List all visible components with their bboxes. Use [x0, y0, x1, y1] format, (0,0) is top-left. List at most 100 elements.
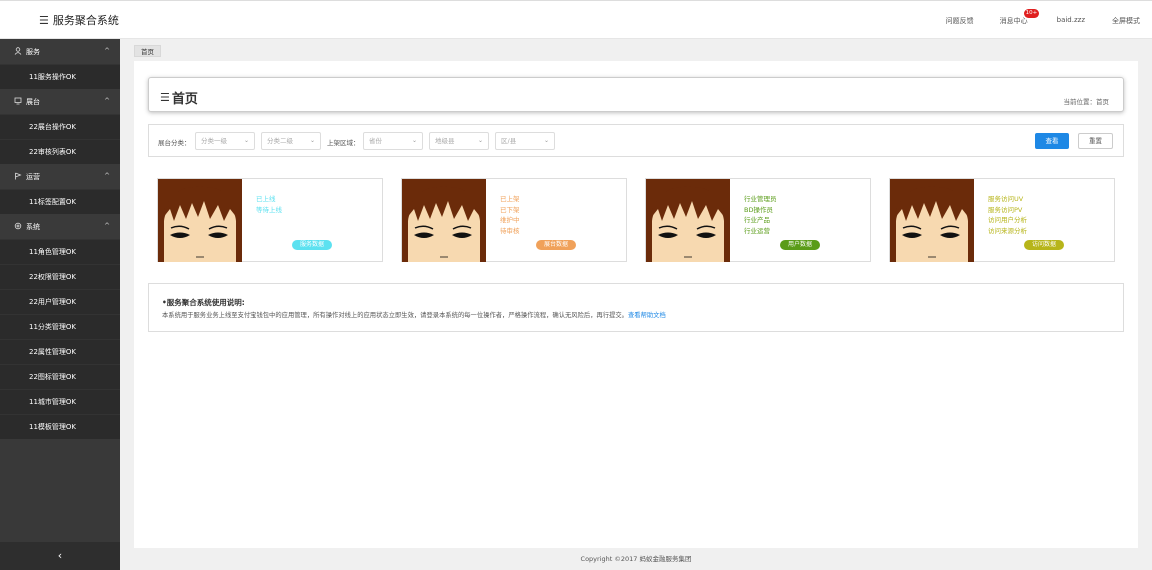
tab-bar: 首页	[134, 45, 161, 57]
card-tag[interactable]: 服务数据	[292, 240, 332, 250]
chevron-down-icon: ⌄	[309, 137, 315, 144]
sidebar-group-label: 系统	[26, 222, 40, 231]
page-title-text: 首页	[171, 92, 198, 107]
avatar	[890, 179, 974, 262]
chevron-down-icon: ⌄	[543, 137, 549, 144]
tab-home[interactable]: 首页	[134, 45, 161, 57]
card-line: 服务访问UV	[988, 195, 1024, 203]
card-tag[interactable]: 用户数据	[780, 240, 820, 250]
list-icon[interactable]: ☰	[39, 14, 49, 27]
category-label: 展台分类：	[158, 139, 191, 147]
stat-card-service[interactable]: 已上线 等待上线 服务数据	[157, 178, 383, 262]
page-title: ☰ 首页	[160, 88, 198, 107]
card-line: 已上架	[500, 195, 520, 203]
chevron-up-icon: ^	[104, 97, 110, 105]
card-tag[interactable]: 展台数据	[536, 240, 576, 250]
region-label: 上架区域：	[327, 139, 360, 147]
sidebar-group-label: 服务	[26, 47, 40, 56]
main-content: ☰ 首页 当前位置：首页 展台分类： 分类一级 ⌄ 分类二级 ⌄ 上架区域： 省…	[134, 61, 1138, 548]
messages-label: 消息中心	[999, 17, 1028, 25]
card-tag[interactable]: 访问数据	[1024, 240, 1064, 250]
sidebar-group-label: 运营	[26, 172, 40, 181]
stat-card-visit[interactable]: 服务访问UV 服务访问PV 访问用户分析 访问来源分析 访问数据	[889, 178, 1115, 262]
user-icon	[14, 46, 24, 57]
sidebar-item[interactable]: 22展台操作OK	[0, 114, 120, 139]
info-text: 本系统用于服务业务上线至支付宝钱包中的应用管理，所有操作对线上的应用状态立即生效…	[162, 310, 666, 319]
chevron-down-icon: ⌄	[477, 137, 483, 144]
feedback-link[interactable]: 问题反馈	[946, 16, 974, 26]
stat-card-user[interactable]: 行业管理员 BD操作员 行业产品 行业运营 用户数据	[645, 178, 871, 262]
sidebar-group-booth[interactable]: 展台 ^	[0, 89, 120, 114]
sidebar-item[interactable]: 22审核列表OK	[0, 139, 120, 164]
chevron-left-icon: ‹	[57, 549, 63, 562]
search-button[interactable]: 查看	[1035, 133, 1069, 149]
category-level2-select[interactable]: 分类二级 ⌄	[261, 132, 321, 150]
gear-icon	[14, 222, 24, 232]
card-lines: 已上线 等待上线	[256, 194, 282, 215]
sidebar-group-system[interactable]: 系统 ^	[0, 214, 120, 239]
province-select[interactable]: 省份 ⌄	[363, 132, 423, 150]
select-value: 地级县	[435, 137, 455, 145]
card-line: 行业管理员	[744, 195, 777, 203]
brand[interactable]: ☰ 服务聚合系统	[39, 12, 119, 28]
district-select[interactable]: 区/县 ⌄	[495, 132, 555, 150]
card-line: 待审核	[500, 226, 520, 235]
card-line: BD操作员	[744, 205, 773, 214]
monitor-icon	[14, 97, 24, 107]
card-line: 访问来源分析	[988, 226, 1027, 235]
sidebar-item[interactable]: 11服务操作OK	[0, 64, 120, 89]
usage-info: •服务聚合系统使用说明: 本系统用于服务业务上线至支付宝钱包中的应用管理，所有操…	[148, 283, 1124, 332]
user-menu[interactable]: baid.zzz	[1057, 16, 1085, 26]
select-value: 区/县	[501, 137, 517, 145]
sidebar-group-operation[interactable]: 运营 ^	[0, 164, 120, 189]
card-line: 服务访问PV	[988, 205, 1023, 214]
chevron-up-icon: ^	[104, 172, 110, 180]
sidebar-item[interactable]: 22用户管理OK	[0, 289, 120, 314]
sidebar-item[interactable]: 11角色管理OK	[0, 239, 120, 264]
sidebar-item[interactable]: 22图标管理OK	[0, 364, 120, 389]
sidebar-group-label: 展台	[26, 97, 40, 106]
sidebar-item[interactable]: 22属性管理OK	[0, 339, 120, 364]
help-doc-link[interactable]: 查看帮助文档	[628, 312, 666, 319]
avatar	[646, 179, 730, 262]
avatar	[158, 179, 242, 262]
sidebar-item[interactable]: 11标签配置OK	[0, 189, 120, 214]
select-value: 省份	[369, 137, 382, 145]
app-title: 服务聚合系统	[52, 14, 119, 27]
card-line: 行业运营	[744, 226, 770, 235]
info-body: 本系统用于服务业务上线至支付宝钱包中的应用管理，所有操作对线上的应用状态立即生效…	[162, 312, 628, 319]
messages-link[interactable]: 消息中心 10+	[999, 9, 1040, 26]
city-select[interactable]: 地级县 ⌄	[429, 132, 489, 150]
footer: Copyright ©2017 蚂蚁金融服务集团	[580, 555, 692, 563]
chevron-up-icon: ^	[104, 47, 110, 55]
page-header: ☰ 首页 当前位置：首页	[148, 77, 1124, 112]
flag-icon	[14, 172, 24, 182]
card-line: 行业产品	[744, 216, 770, 224]
messages-badge: 10+	[1023, 9, 1040, 18]
sidebar-item[interactable]: 11分类管理OK	[0, 314, 120, 339]
info-title: •服务聚合系统使用说明:	[162, 298, 245, 307]
sidebar-collapse-button[interactable]: ‹	[0, 542, 120, 570]
sidebar-item[interactable]: 11模板管理OK	[0, 414, 120, 439]
list-icon: ☰	[160, 91, 170, 104]
card-line: 访问用户分析	[988, 216, 1027, 224]
chevron-down-icon: ⌄	[243, 137, 249, 144]
fullscreen-link[interactable]: 全屏模式	[1112, 16, 1140, 26]
select-value: 分类一级	[201, 137, 227, 145]
card-lines: 行业管理员 BD操作员 行业产品 行业运营	[744, 194, 777, 236]
breadcrumb: 当前位置：首页	[1063, 98, 1110, 106]
reset-button[interactable]: 重置	[1078, 133, 1113, 149]
card-line: 已上线	[256, 195, 276, 203]
sidebar-item[interactable]: 22权限管理OK	[0, 264, 120, 289]
stat-card-booth[interactable]: 已上架 已下架 维护中 待审核 展台数据	[401, 178, 627, 262]
select-value: 分类二级	[267, 137, 293, 145]
filter-bar: 展台分类： 分类一级 ⌄ 分类二级 ⌄ 上架区域： 省份 ⌄ 地级县 ⌄ 区/县…	[148, 124, 1124, 157]
card-line: 等待上线	[256, 205, 282, 214]
sidebar-group-service[interactable]: 服务 ^	[0, 39, 120, 64]
card-lines: 服务访问UV 服务访问PV 访问用户分析 访问来源分析	[988, 194, 1027, 236]
sidebar: 服务 ^ 11服务操作OK 展台 ^ 22展台操作OK 22审核列表OK 运营 …	[0, 39, 120, 570]
chevron-down-icon: ⌄	[411, 137, 417, 144]
card-line: 已下架	[500, 205, 520, 214]
category-level1-select[interactable]: 分类一级 ⌄	[195, 132, 255, 150]
sidebar-item[interactable]: 11城市管理OK	[0, 389, 120, 414]
